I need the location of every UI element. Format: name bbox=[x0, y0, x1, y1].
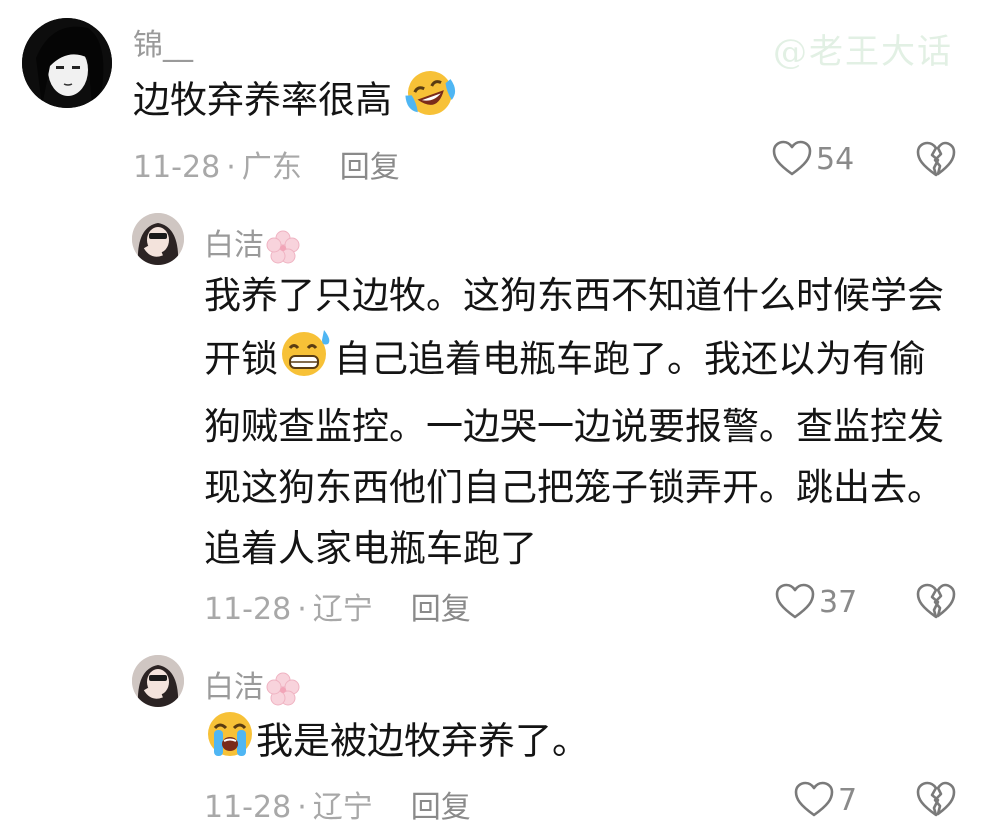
comment-date: 11-28 bbox=[204, 790, 292, 825]
heart-outline-icon bbox=[772, 140, 812, 178]
comment-text-segment: 开锁 bbox=[204, 337, 278, 381]
comment-text-segment: 自己追着电瓶车跑了。我还以为有偷 bbox=[334, 337, 926, 381]
comment-text-line: 边牧弃养率很高 bbox=[133, 78, 392, 122]
username-text: 白洁 bbox=[204, 670, 264, 705]
comment-text-line: 我养了只边牧。这狗东西不知道什么时候学会 bbox=[204, 274, 944, 317]
comment-text-line: 开锁 自己追着电瓶车跑了。我还以为有偷 bbox=[204, 326, 944, 396]
like-count: 7 bbox=[838, 782, 858, 818]
comment-meta: 11-28 · 广东 回复 bbox=[133, 142, 400, 186]
username[interactable]: 白洁 bbox=[204, 220, 300, 264]
dislike-button[interactable] bbox=[916, 781, 956, 823]
broken-heart-icon bbox=[916, 781, 956, 823]
separator-dot: · bbox=[297, 790, 307, 825]
like-button[interactable]: 54 bbox=[772, 140, 854, 178]
comment-meta: 11-28 · 辽宁 回复 bbox=[204, 782, 471, 826]
broken-heart-icon bbox=[916, 583, 956, 625]
watermark: @老王大话 bbox=[773, 32, 953, 72]
comment-text-line: 追着人家电瓶车跑了 bbox=[204, 527, 537, 570]
comment-meta: 11-28 · 辽宁 回复 bbox=[204, 584, 471, 628]
comment-text-line: 现这狗东西他们自己把笼子锁弄开。跳出去。 bbox=[204, 466, 944, 509]
laughing-crying-emoji-icon bbox=[404, 67, 456, 137]
comment-text: 我是被边牧弃养了。 bbox=[204, 708, 589, 778]
reply-button[interactable]: 回复 bbox=[340, 150, 400, 185]
comment-text: 我养了只边牧。这狗东西不知道什么时候学会 开锁 自己追着电瓶车跑了。我还以为有偷… bbox=[204, 265, 944, 579]
heart-outline-icon bbox=[775, 583, 815, 621]
dislike-button[interactable] bbox=[916, 141, 956, 183]
username-text: 白洁 bbox=[204, 228, 264, 263]
comment-location: 辽宁 bbox=[312, 592, 373, 627]
comment-date: 11-28 bbox=[133, 150, 221, 185]
cherry-blossom-icon bbox=[266, 230, 300, 264]
like-count: 37 bbox=[819, 584, 858, 620]
comment-text-line: 狗贼查监控。一边哭一边说要报警。查监控发 bbox=[204, 405, 944, 448]
heart-outline-icon bbox=[794, 781, 834, 819]
like-button[interactable]: 37 bbox=[775, 583, 857, 621]
grinning-sweat-emoji-icon bbox=[278, 326, 334, 396]
like-count: 54 bbox=[816, 141, 855, 177]
comment-text-line: 我是被边牧弃养了。 bbox=[256, 719, 589, 763]
cherry-blossom-icon bbox=[266, 672, 300, 706]
like-button[interactable]: 7 bbox=[794, 781, 857, 819]
comment-location: 辽宁 bbox=[312, 790, 373, 825]
dislike-button[interactable] bbox=[916, 583, 956, 625]
avatar[interactable] bbox=[22, 18, 112, 108]
username[interactable]: 白洁 bbox=[204, 662, 300, 706]
separator-dot: · bbox=[297, 592, 307, 627]
separator-dot: · bbox=[226, 150, 236, 185]
comment-date: 11-28 bbox=[204, 592, 292, 627]
loudly-crying-emoji-icon bbox=[204, 708, 256, 778]
reply-button[interactable]: 回复 bbox=[411, 790, 471, 825]
avatar[interactable] bbox=[132, 655, 184, 707]
comment-location: 广东 bbox=[241, 150, 302, 185]
username[interactable]: 锦__ bbox=[133, 20, 193, 64]
reply-button[interactable]: 回复 bbox=[411, 592, 471, 627]
comment-text: 边牧弃养率很高 bbox=[133, 67, 456, 137]
avatar[interactable] bbox=[132, 213, 184, 265]
broken-heart-icon bbox=[916, 141, 956, 183]
